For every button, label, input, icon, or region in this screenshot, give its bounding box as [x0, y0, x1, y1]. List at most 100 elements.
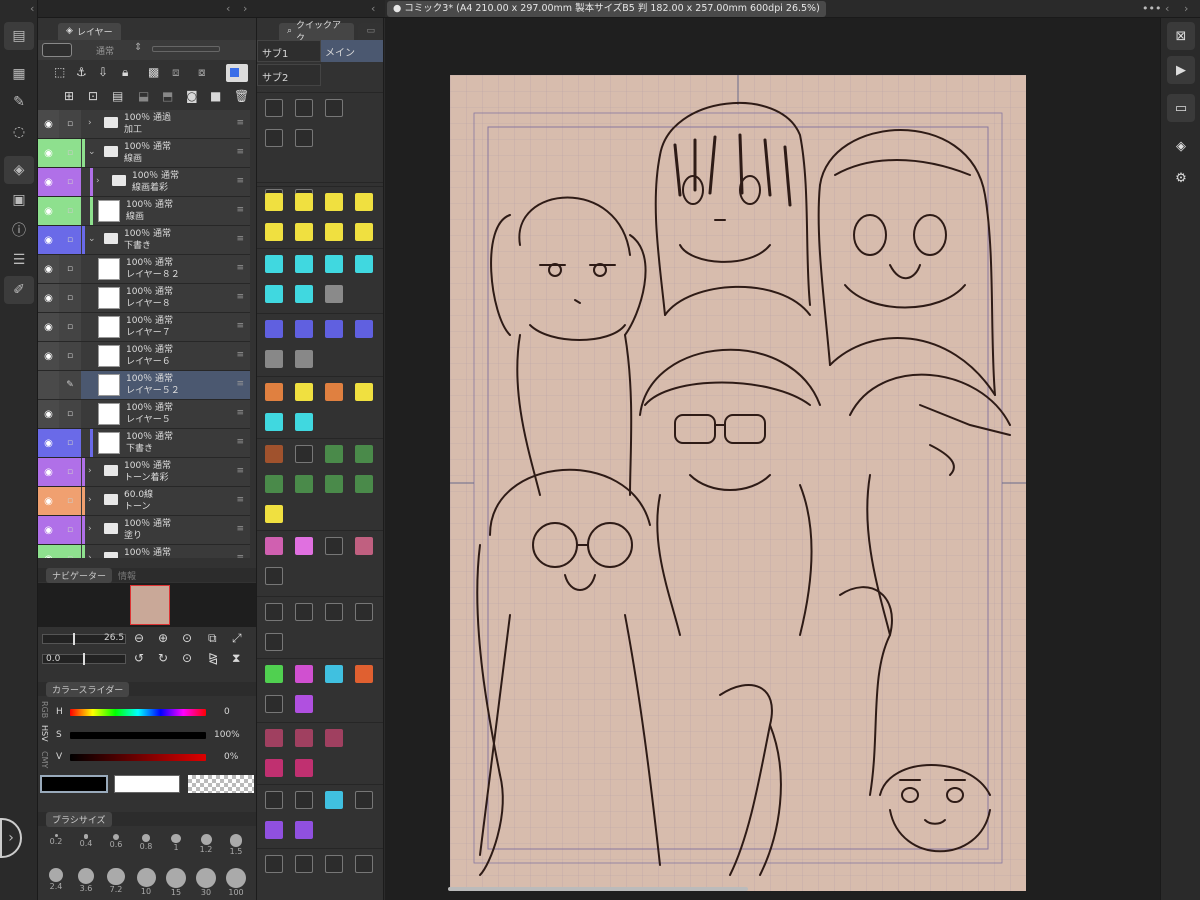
- visibility-eye-icon[interactable]: ◉: [38, 545, 59, 558]
- quick-access-tool-icon[interactable]: [325, 320, 343, 338]
- brush-size-preset[interactable]: 0.2: [44, 834, 68, 846]
- quick-access-tool-icon[interactable]: [295, 821, 313, 839]
- layer-row[interactable]: ◉ ▫ 100％ 通常 レイヤー５ ≡: [38, 400, 250, 429]
- mask-icon[interactable]: ⧈: [172, 65, 180, 80]
- layer-menu-icon[interactable]: ≡: [236, 321, 244, 331]
- layer-folder-row[interactable]: ◉ ▫ ⌄ 100％ 通常 下書き ≡: [38, 226, 250, 255]
- quick-access-tool-icon[interactable]: [295, 475, 313, 493]
- quick-access-tool-icon[interactable]: [295, 255, 313, 273]
- pen-tool-icon[interactable]: ✎: [4, 88, 34, 116]
- visibility-eye-icon[interactable]: ◉: [38, 255, 59, 283]
- mode-rgb[interactable]: RGB: [40, 701, 49, 718]
- layer-menu-icon[interactable]: ≡: [236, 118, 244, 128]
- quick-access-tool-icon[interactable]: [295, 603, 313, 621]
- folder-expand-icon[interactable]: ›: [88, 118, 92, 128]
- draft-layer-icon[interactable]: ⚓: [76, 65, 87, 79]
- collapse-panel-icon[interactable]: ‹: [226, 2, 230, 15]
- lock-transparent-icon[interactable]: ▩: [148, 65, 159, 79]
- quick-access-tool-icon[interactable]: [265, 383, 283, 401]
- layer-props-icon[interactable]: ▭: [1167, 94, 1195, 122]
- tab-more-icon[interactable]: ▭: [358, 22, 383, 40]
- lasso-tool-icon[interactable]: ◌: [4, 118, 34, 146]
- quick-access-tool-icon[interactable]: [325, 791, 343, 809]
- brush-size-preset[interactable]: 15: [164, 868, 188, 897]
- quick-access-tool-icon[interactable]: [355, 603, 373, 621]
- saturation-slider[interactable]: [70, 732, 206, 739]
- layer-row[interactable]: ✎ 100％ 通常 レイヤー５２ ≡: [38, 371, 250, 400]
- layer-menu-icon[interactable]: ≡: [236, 205, 244, 215]
- layer-menu-icon[interactable]: ≡: [236, 408, 244, 418]
- fit-window-icon[interactable]: ⤢: [232, 631, 242, 646]
- layer-settings-icon[interactable]: ◈: [1167, 132, 1195, 160]
- quick-access-tool-icon[interactable]: [295, 383, 313, 401]
- quick-access-tool-icon[interactable]: [295, 285, 313, 303]
- value-slider[interactable]: [70, 754, 206, 761]
- quick-access-tool-icon[interactable]: [295, 129, 313, 147]
- transfer-down-icon[interactable]: ⬓: [138, 89, 149, 103]
- quick-access-tool-icon[interactable]: [325, 665, 343, 683]
- visibility-eye-icon[interactable]: ◉: [38, 284, 59, 312]
- layer-menu-icon[interactable]: ≡: [236, 495, 244, 505]
- mode-cmy[interactable]: CMY: [40, 751, 49, 768]
- lock-toggle-icon[interactable]: ▫: [59, 516, 81, 544]
- quick-access-tool-icon[interactable]: [355, 320, 373, 338]
- sidebar-expand-icon[interactable]: ›: [0, 818, 22, 858]
- drawing-canvas[interactable]: [450, 75, 1026, 891]
- quick-access-tool-icon[interactable]: [265, 223, 283, 241]
- layer-menu-icon[interactable]: ≡: [236, 176, 244, 186]
- quick-access-tool-icon[interactable]: [295, 350, 313, 368]
- info-icon[interactable]: ⓘ: [4, 216, 34, 244]
- layer-folder-row[interactable]: ◉ ▫ ⌄ 100％ 通常 線画 ≡: [38, 139, 250, 168]
- mode-hsv[interactable]: HSV: [40, 725, 49, 742]
- layer-row[interactable]: ◉ ▫ 100％ 通常 レイヤー６ ≡: [38, 342, 250, 371]
- quick-access-tool-icon[interactable]: [355, 855, 373, 873]
- lock-toggle-icon[interactable]: ▫: [59, 139, 81, 167]
- visibility-eye-icon[interactable]: ◉: [38, 110, 59, 138]
- blend-mode-select[interactable]: 通常: [96, 44, 114, 57]
- more-icon[interactable]: •••: [1142, 2, 1161, 15]
- hue-slider[interactable]: [70, 709, 206, 716]
- layer-menu-icon[interactable]: ≡: [236, 524, 244, 534]
- quick-access-tool-icon[interactable]: [325, 855, 343, 873]
- quick-access-tool-icon[interactable]: [265, 129, 283, 147]
- document-tab[interactable]: ● コミック3* (A4 210.00 x 297.00mm 製本サイズB5 判…: [387, 1, 826, 17]
- brush-size-preset[interactable]: 0.6: [104, 834, 128, 849]
- collapse-right-icon[interactable]: ›: [1184, 2, 1188, 15]
- close-panel-icon[interactable]: ⊠: [1167, 22, 1195, 50]
- quick-access-tool-icon[interactable]: [355, 193, 373, 211]
- main-color-swatch[interactable]: [40, 775, 108, 793]
- collapse-mid-icon[interactable]: ‹: [371, 2, 375, 15]
- layer-menu-icon[interactable]: ≡: [236, 147, 244, 157]
- layer-menu-icon[interactable]: ≡: [236, 263, 244, 273]
- lock-icon[interactable]: 🔒︎: [122, 65, 128, 80]
- quick-access-tool-icon[interactable]: [325, 193, 343, 211]
- layer-color-icon[interactable]: [226, 64, 248, 82]
- lock-toggle-icon[interactable]: ▫: [59, 197, 81, 225]
- sub-color-swatch[interactable]: [114, 775, 180, 793]
- layer-folder-row[interactable]: ◉ ▫ › 100％ 通常 塗り ≡: [38, 516, 250, 545]
- rotate-right-icon[interactable]: ↻: [158, 651, 168, 665]
- visibility-eye-icon[interactable]: ◉: [38, 342, 59, 370]
- lock-toggle-icon[interactable]: ▫: [59, 168, 81, 196]
- quick-access-tool-icon[interactable]: [325, 445, 343, 463]
- quick-access-tool-icon[interactable]: [265, 99, 283, 117]
- ref-layer-icon[interactable]: ⬚: [54, 65, 65, 79]
- new-vector-layer-icon[interactable]: ⊡: [88, 89, 98, 103]
- quick-access-tool-icon[interactable]: [265, 729, 283, 747]
- horizontal-scrollbar[interactable]: [448, 887, 748, 891]
- folder-expand-icon[interactable]: ›: [88, 466, 92, 476]
- quick-access-tool-icon[interactable]: [325, 99, 343, 117]
- quick-access-tool-icon[interactable]: [295, 695, 313, 713]
- visibility-eye-icon[interactable]: ◉: [38, 487, 59, 515]
- layer-folder-row[interactable]: ◉ ▫ › 100％ 通常 トーン着彩 ≡: [38, 458, 250, 487]
- actual-size-icon[interactable]: ⊙: [182, 631, 192, 645]
- mask-off-icon[interactable]: ⧇: [198, 65, 206, 80]
- brush-size-preset[interactable]: 1.2: [194, 834, 218, 854]
- folder-expand-icon[interactable]: ⌄: [88, 234, 96, 244]
- quick-access-tool-icon[interactable]: [325, 285, 343, 303]
- quick-access-tool-icon[interactable]: [265, 475, 283, 493]
- timeline-icon[interactable]: ☰: [4, 246, 34, 274]
- navigator-icon[interactable]: ▣: [4, 186, 34, 214]
- tab-color-slider[interactable]: カラースライダー: [46, 681, 130, 697]
- visibility-eye-icon[interactable]: ◉: [38, 400, 59, 428]
